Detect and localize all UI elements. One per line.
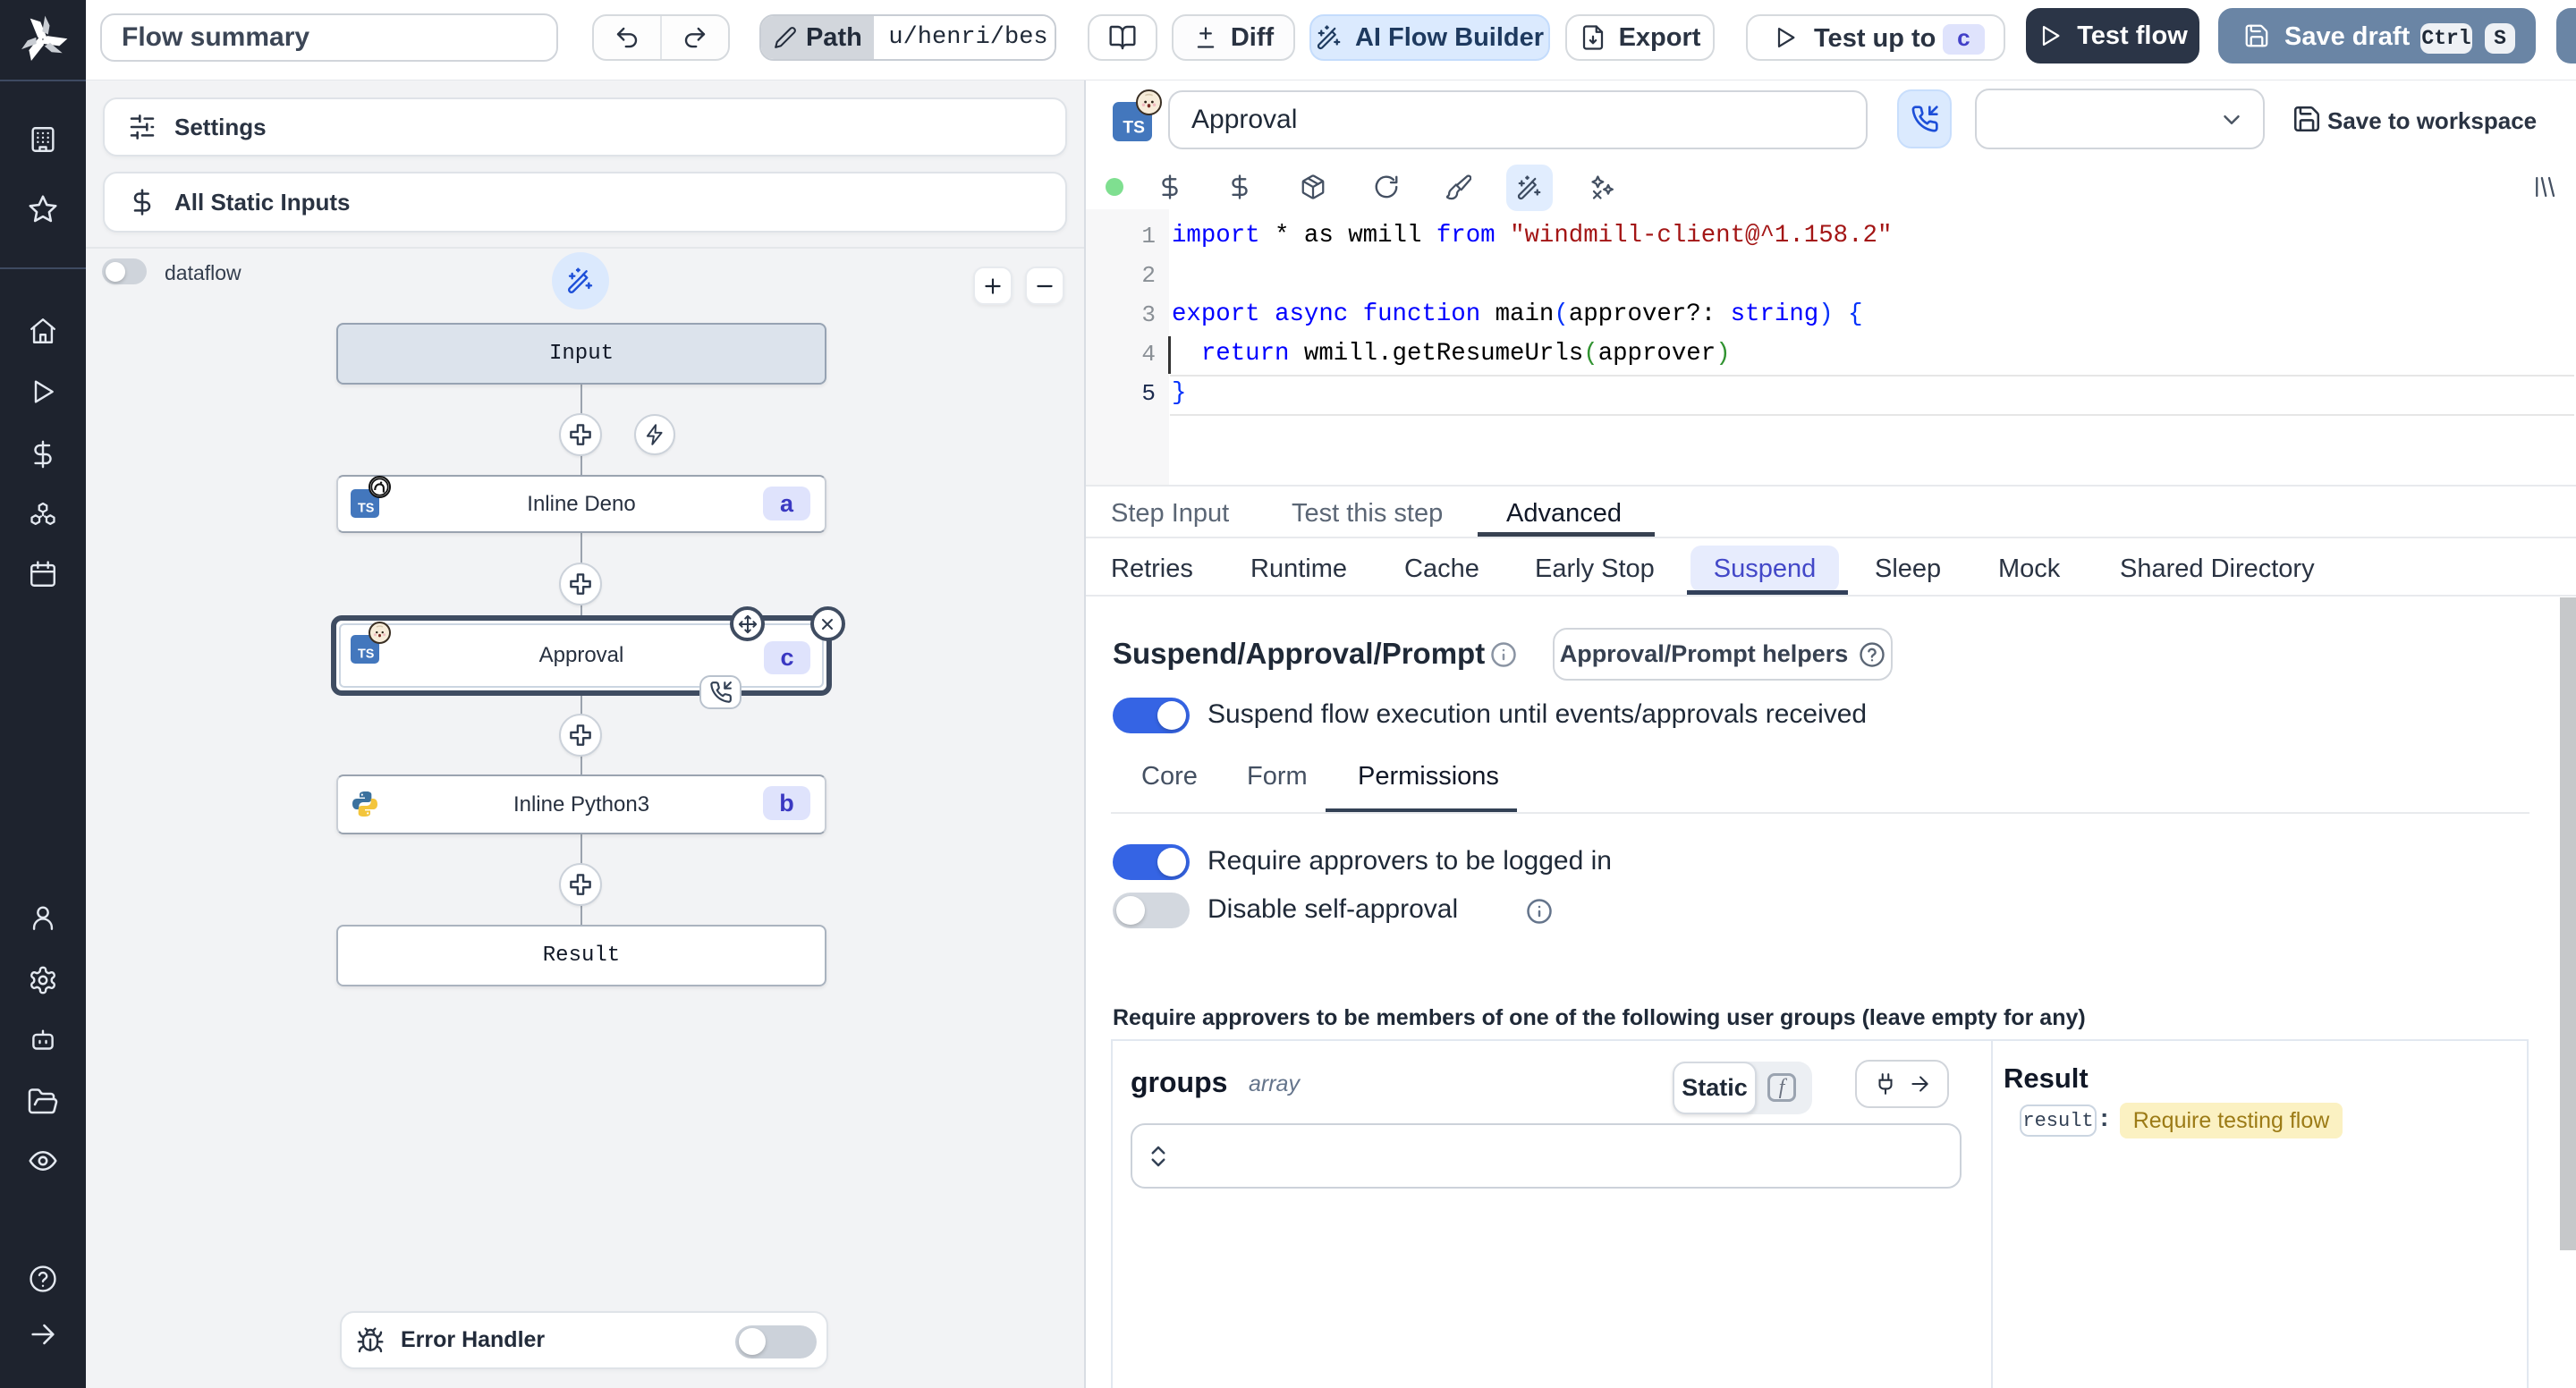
svg-text:TS: TS [358,502,375,516]
svg-text:TS: TS [1123,119,1145,138]
svg-text:TS: TS [358,647,375,662]
